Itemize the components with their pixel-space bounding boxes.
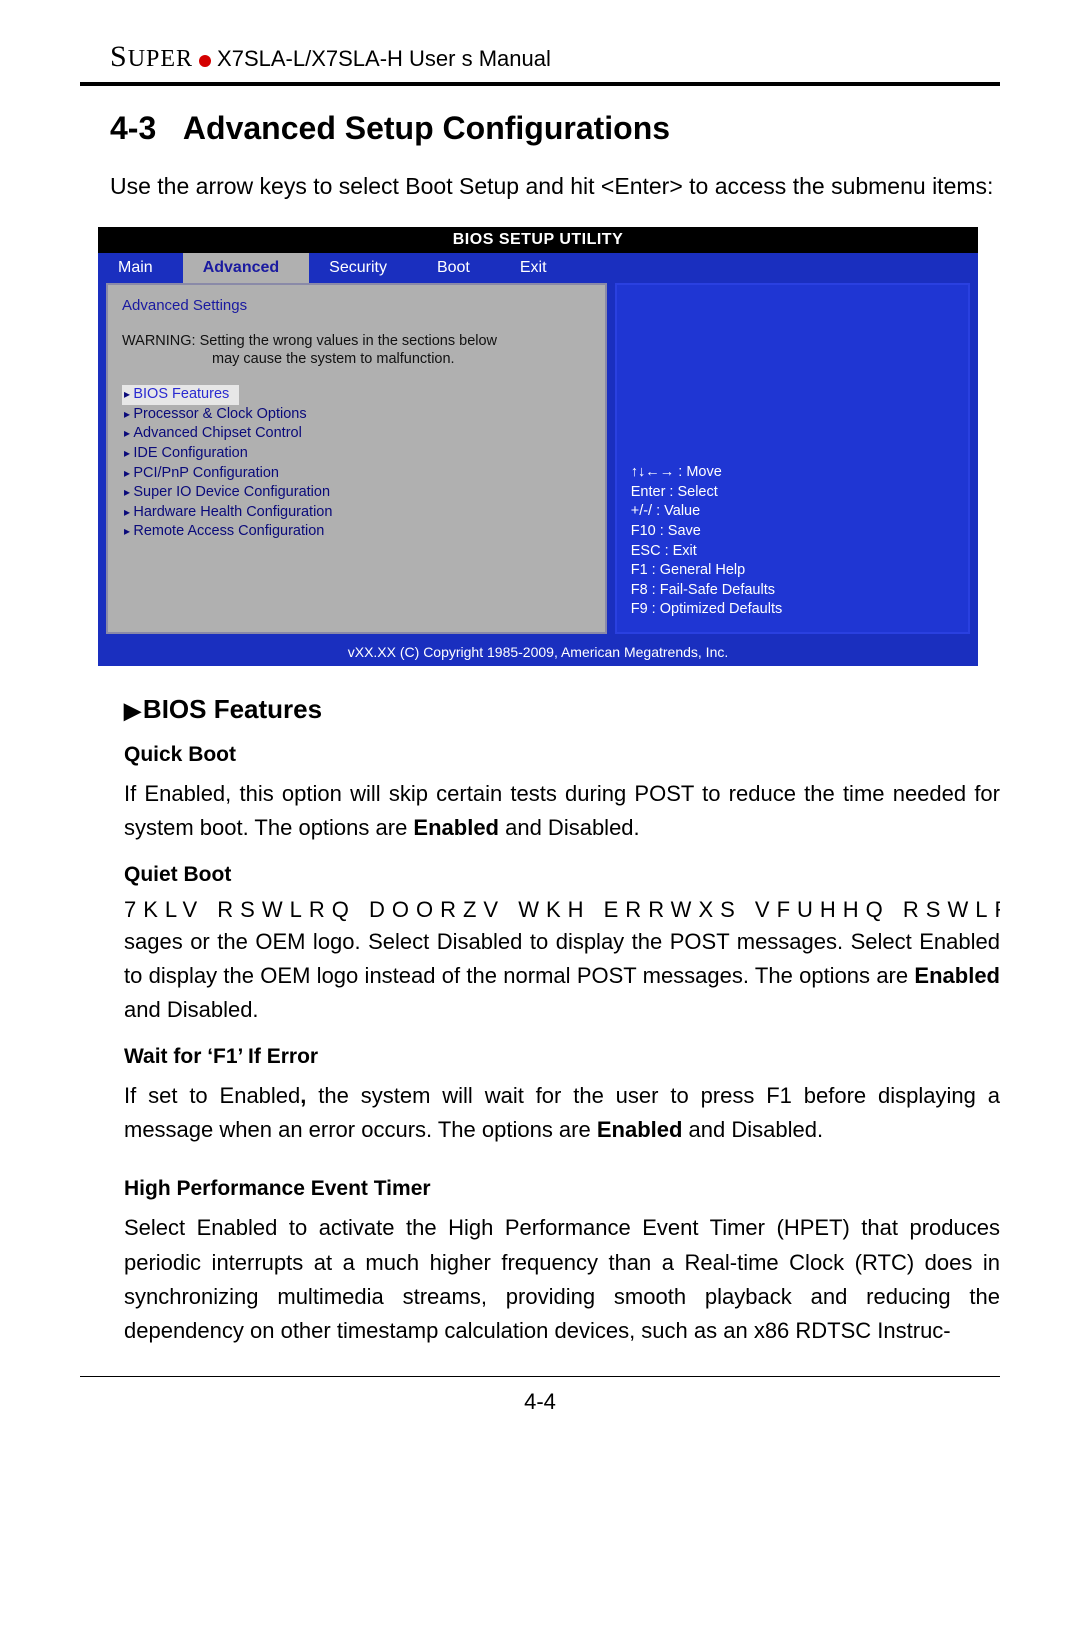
feature-text: If Enabled, this option will skip certai… bbox=[124, 777, 1000, 845]
bios-menu-item[interactable]: Hardware Health Configuration bbox=[122, 503, 591, 523]
feature-heading: Wait for ‘F1’ If Error bbox=[124, 1045, 1000, 1069]
bios-help-line: ESC : Exit bbox=[631, 542, 954, 562]
bios-help-line: +/-/ : Value bbox=[631, 502, 954, 522]
manual-title: X7SLA-L/X7SLA-H User s Manual bbox=[217, 46, 551, 72]
footer-rule bbox=[80, 1376, 1000, 1377]
bios-tabbar: Main Advanced Security Boot Exit bbox=[98, 253, 978, 283]
subsection-heading: ▶BIOS Features bbox=[124, 694, 1000, 725]
feature-garbled-line: 7KLV RSWLRQ DOORZV WKH ERRWXS VFUHHQ RSW… bbox=[124, 897, 1000, 923]
bios-help-line: F10 : Save bbox=[631, 522, 954, 542]
bios-menu-item[interactable]: Advanced Chipset Control bbox=[122, 424, 591, 444]
bios-screenshot: BIOS SETUP UTILITY Main Advanced Securit… bbox=[98, 227, 978, 666]
bios-footer: vXX.XX (C) Copyright 1985-2009, American… bbox=[98, 640, 978, 666]
bios-help-panel: ↑↓←→ : Move Enter : Select +/-/ : Value … bbox=[615, 283, 970, 634]
section-intro: Use the arrow keys to select Boot Setup … bbox=[110, 169, 1000, 205]
feature-text: Select Enabled to activate the High Perf… bbox=[124, 1211, 1000, 1347]
bios-menu-item[interactable]: Super IO Device Configuration bbox=[122, 483, 591, 503]
bios-menu: BIOS Features Processor & Clock Options … bbox=[122, 385, 591, 542]
bios-help-line: F9 : Optimized Defaults bbox=[631, 600, 954, 620]
feature-text: If set to Enabled, the system will wait … bbox=[124, 1079, 1000, 1147]
page-number: 4-4 bbox=[80, 1389, 1000, 1415]
brand-logo: SUPER bbox=[110, 40, 193, 74]
bios-help-line: Enter : Select bbox=[631, 483, 954, 503]
bios-menu-item[interactable]: IDE Configuration bbox=[122, 444, 591, 464]
bios-left-panel: Advanced Settings WARNING: Setting the w… bbox=[106, 283, 607, 634]
bios-menu-item[interactable]: BIOS Features bbox=[122, 385, 239, 405]
header-rule bbox=[80, 82, 1000, 86]
feature-heading: Quiet Boot bbox=[124, 863, 1000, 887]
bios-tab-security[interactable]: Security bbox=[309, 253, 417, 283]
bios-menu-item[interactable]: Processor & Clock Options bbox=[122, 405, 591, 425]
bios-tab-exit[interactable]: Exit bbox=[500, 253, 577, 283]
triangle-icon: ▶ bbox=[124, 698, 141, 723]
feature-heading: High Performance Event Timer bbox=[124, 1177, 1000, 1201]
running-header: SUPER X7SLA-L/X7SLA-H User s Manual bbox=[110, 40, 1000, 74]
bios-tab-boot[interactable]: Boot bbox=[417, 253, 500, 283]
brand-dot-icon bbox=[199, 55, 211, 67]
feature-text: sages or the OEM logo. Select Disabled t… bbox=[124, 925, 1000, 1027]
feature-heading: Quick Boot bbox=[124, 743, 1000, 767]
bios-panel-title: Advanced Settings bbox=[122, 297, 591, 314]
bios-help-line: F1 : General Help bbox=[631, 561, 954, 581]
bios-warning: WARNING: Setting the wrong values in the… bbox=[122, 332, 591, 370]
bios-tab-main[interactable]: Main bbox=[98, 253, 183, 283]
section-heading: 4-3 Advanced Setup Configurations bbox=[110, 110, 1000, 147]
bios-help-line: ↑↓←→ : Move bbox=[631, 463, 954, 483]
bios-title: BIOS SETUP UTILITY bbox=[98, 227, 978, 253]
bios-menu-item[interactable]: PCI/PnP Configuration bbox=[122, 464, 591, 484]
bios-menu-item[interactable]: Remote Access Configuration bbox=[122, 522, 591, 542]
bios-tab-advanced[interactable]: Advanced bbox=[183, 253, 309, 283]
bios-help-line: F8 : Fail-Safe Defaults bbox=[631, 581, 954, 601]
